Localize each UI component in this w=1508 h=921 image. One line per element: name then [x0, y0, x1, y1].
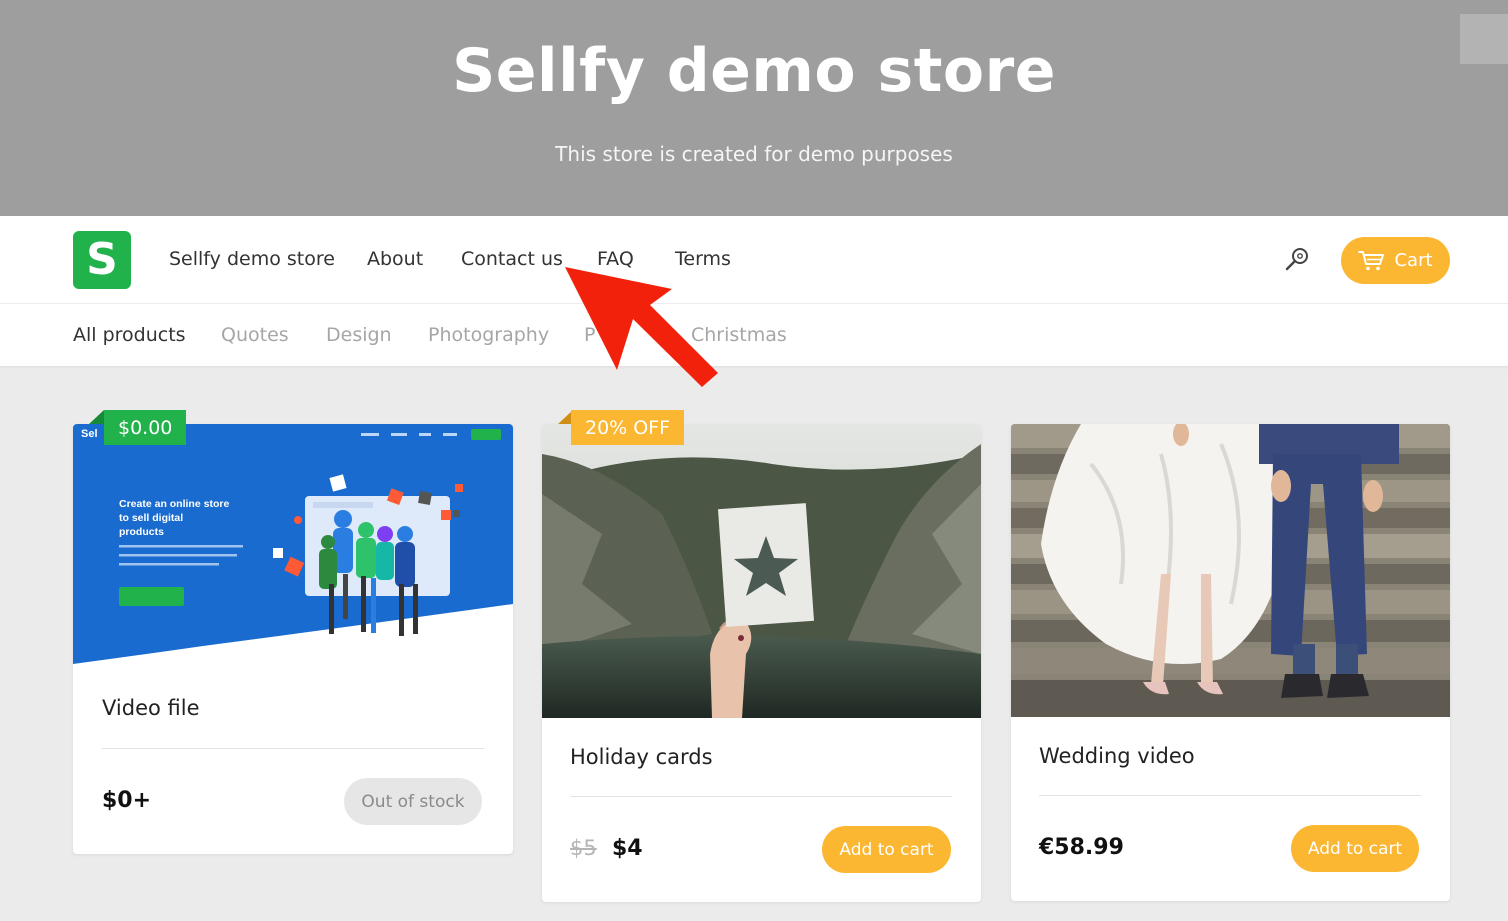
product-title[interactable]: Video file	[102, 696, 200, 720]
image-heading-line3: products	[119, 526, 164, 538]
card-divider	[570, 796, 952, 797]
cart-icon	[1358, 250, 1386, 272]
card-divider	[1039, 795, 1421, 796]
annotation-arrow-icon	[565, 267, 718, 387]
add-to-cart-button[interactable]: Add to cart	[1291, 825, 1419, 872]
search-icon[interactable]	[1284, 246, 1310, 272]
top-navbar: S Sellfy demo store About Contact us FAQ…	[0, 216, 1508, 304]
store-title: Sellfy demo store	[452, 36, 1056, 106]
product-price: $0+	[102, 788, 152, 813]
category-design[interactable]: Design	[326, 324, 392, 346]
product-card-holiday-cards[interactable]: 20% OFF Holiday cards $5 $4 Add to cart	[542, 410, 981, 902]
image-brand-text: Sel	[81, 428, 98, 440]
badge-fold-icon	[89, 410, 104, 424]
price-badge: $0.00	[104, 410, 187, 445]
category-all-products[interactable]: All products	[73, 324, 186, 346]
product-image-wedding-video[interactable]	[1011, 424, 1450, 717]
product-title[interactable]: Wedding video	[1039, 744, 1195, 768]
store-header: Sellfy demo store This store is created …	[0, 0, 1508, 216]
image-heading-line2: to sell digital	[119, 512, 183, 524]
cart-button[interactable]: Cart	[1341, 237, 1450, 284]
product-image-holiday-cards[interactable]	[542, 424, 981, 718]
category-quotes[interactable]: Quotes	[221, 324, 289, 346]
nav-link-home[interactable]: Sellfy demo store	[169, 248, 335, 270]
cart-label: Cart	[1394, 250, 1433, 271]
discount-badge: 20% OFF	[571, 410, 685, 445]
product-image-video-file[interactable]: Create an online store to sell digital p…	[73, 424, 513, 664]
product-card-video-file[interactable]: Create an online store to sell digital p…	[73, 410, 513, 854]
image-heading-line1: Create an online store	[119, 498, 229, 510]
product-title[interactable]: Holiday cards	[570, 745, 713, 769]
category-photography[interactable]: Photography	[428, 324, 549, 346]
product-card-wedding-video[interactable]: Wedding video €58.99 Add to cart	[1011, 424, 1450, 901]
sellfy-logo[interactable]: S	[73, 231, 131, 289]
product-price: €58.99	[1039, 835, 1124, 860]
header-corner-box	[1460, 14, 1508, 64]
add-to-cart-button[interactable]: Add to cart	[822, 826, 951, 873]
nav-link-contact[interactable]: Contact us	[461, 248, 563, 270]
out-of-stock-button[interactable]: Out of stock	[344, 778, 482, 825]
card-divider	[102, 748, 484, 749]
nav-link-about[interactable]: About	[367, 248, 423, 270]
store-subtitle: This store is created for demo purposes	[555, 142, 953, 166]
product-price: $4	[612, 836, 643, 861]
category-bar: All products Quotes Design Photography P…	[0, 304, 1508, 366]
original-price: $5	[570, 836, 597, 860]
